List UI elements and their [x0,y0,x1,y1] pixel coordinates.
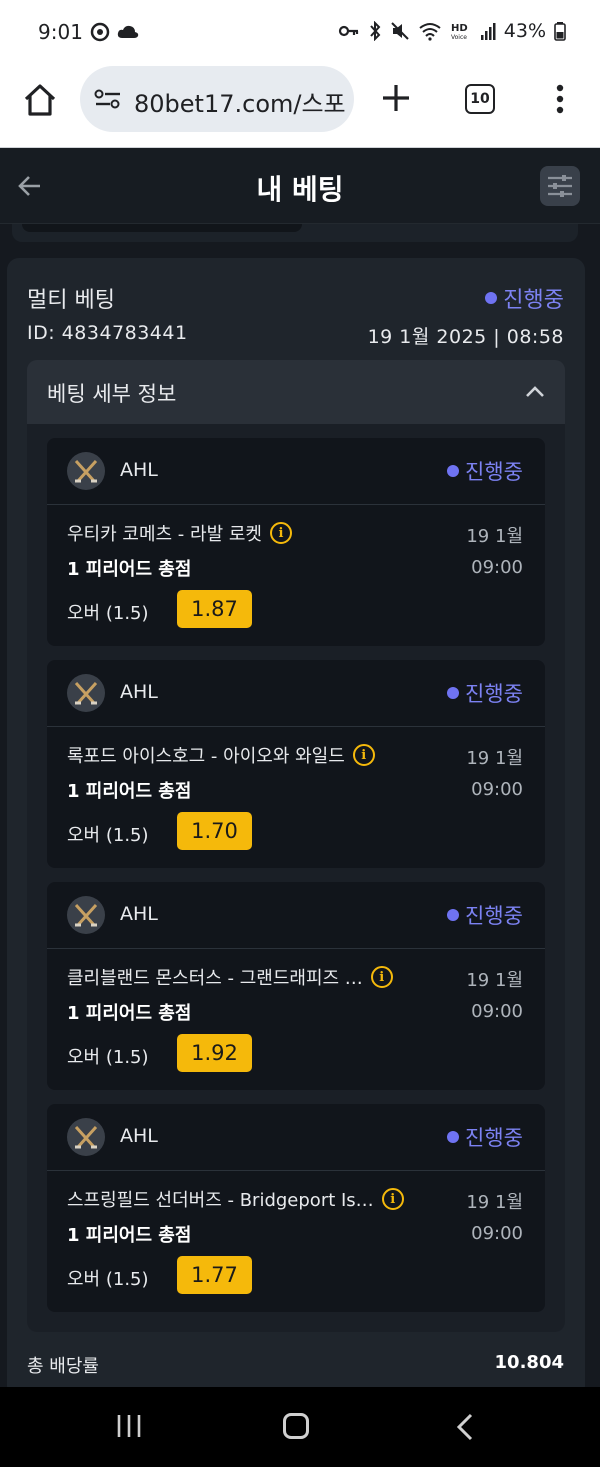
market-name: 1 피리어드 총점 [67,1003,192,1024]
status-dot-icon [447,687,460,699]
match-name: 록포드 아이스호그 - 아이오와 와일드 i [67,742,417,768]
home-icon[interactable] [22,82,58,118]
status-dot-icon [485,292,498,304]
hockey-sticks-icon [67,674,105,712]
league-name: AHL [120,459,158,481]
selections-list: AHL 진행중 우티카 코메츠 - 라발 로켓 i 19 1월 1 피리어드 총… [27,424,565,1332]
total-odds-label: 총 배당률 [27,1356,99,1377]
browser-toolbar: 80bet17.com/스포 10 [0,64,600,148]
bet-details-panel: 베팅 세부 정보 AHL 진행중 우티카 코메츠 - 라발 로켓 i 19 1월 [27,360,565,1332]
pick-label: 오버 (1.5) [67,825,149,846]
svg-text:HD: HD [451,23,468,34]
wifi-icon [419,23,441,41]
bet-status: 진행중 [485,282,564,314]
info-icon[interactable]: i [370,966,393,988]
cloud-icon [117,25,139,38]
odds-badge: 1.92 [177,1034,252,1072]
site-settings-icon[interactable] [94,87,122,111]
selection-card: AHL 진행중 클리블랜드 몬스터스 - 그랜드래피즈 … i 19 1월 1 … [47,882,545,1090]
sliders-icon [548,175,572,197]
status-dot-icon [447,909,460,921]
league-name: AHL [120,681,158,703]
match-date: 19 1월 [466,748,523,769]
vpn-key-icon [338,25,358,37]
chevron-up-icon[interactable] [523,380,547,404]
selection-status: 진행중 [447,900,523,930]
app-header: 내 베팅 [0,148,600,224]
hockey-sticks-icon [67,452,105,490]
new-tab-icon[interactable] [380,82,412,114]
match-time: 09:00 [471,1001,523,1022]
pick-label: 오버 (1.5) [67,1047,149,1068]
bet-details-title: 베팅 세부 정보 [47,382,177,406]
recent-apps-icon[interactable] [116,1413,142,1439]
bet-id: ID: 4834783441 [27,322,188,344]
bet-status-label: 진행중 [503,288,564,313]
match-time: 09:00 [471,779,523,800]
match-date: 19 1월 [466,1192,523,1213]
match-name: 클리블랜드 몬스터스 - 그랜드래피즈 … i [67,964,417,990]
tab-switcher-button[interactable]: 10 [465,84,495,114]
match-name: 우티카 코메츠 - 라발 로켓 i [67,520,417,546]
mute-icon [391,22,409,40]
league-name: AHL [120,903,158,925]
bet-type: 멀티 베팅 [27,288,115,313]
hockey-sticks-icon [67,896,105,934]
selection-status: 진행중 [447,456,523,486]
total-odds-value: 10.804 [494,1352,564,1373]
bet-card: 멀티 베팅 진행중 ID: 4834783441 19 1월 2025 | 08… [7,258,585,1398]
market-name: 1 피리어드 총점 [67,1225,192,1246]
nav-home-icon[interactable] [283,1413,309,1439]
bluetooth-icon [370,21,381,41]
selection-status: 진행중 [447,1122,523,1152]
signal-icon [480,23,496,40]
selection-card: AHL 진행중 우티카 코메츠 - 라발 로켓 i 19 1월 1 피리어드 총… [47,438,545,646]
pick-label: 오버 (1.5) [67,1269,149,1290]
match-date: 19 1월 [466,970,523,991]
svg-text:Voice: Voice [451,34,467,41]
info-icon[interactable]: i [381,1188,404,1210]
status-dot-icon [447,465,460,477]
battery-percent: 43% [503,20,546,42]
vpn-status-icon [90,22,110,42]
market-name: 1 피리어드 총점 [67,781,192,802]
hd-voice-icon: HDVoice [451,23,468,41]
system-nav-bar [0,1387,600,1467]
nav-back-icon[interactable] [455,1413,475,1441]
page-title: 내 베팅 [256,173,344,206]
pick-label: 오버 (1.5) [67,603,149,624]
more-menu-icon[interactable] [555,84,565,114]
match-date: 19 1월 [466,526,523,547]
previous-bet-card [12,224,578,242]
status-dot-icon [447,1131,460,1143]
status-time: 9:01 [38,20,83,44]
league-name: AHL [120,1125,158,1147]
selection-card: AHL 진행중 록포드 아이스호그 - 아이오와 와일드 i 19 1월 1 피… [47,660,545,868]
match-time: 09:00 [471,557,523,578]
info-icon[interactable]: i [352,744,375,766]
bet-date: 19 1월 2025 | 08:58 [367,326,564,348]
odds-badge: 1.70 [177,812,252,850]
match-name: 스프링필드 선더버즈 - Bridgeport Is… i [67,1186,417,1212]
status-bar: 9:01 HD Voice 43% [0,0,600,64]
battery-icon [554,22,566,41]
address-bar[interactable]: 80bet17.com/스포 [80,66,354,132]
info-icon[interactable]: i [269,522,292,544]
filter-button[interactable] [540,166,580,206]
bet-details-header[interactable]: 베팅 세부 정보 [27,360,565,424]
hockey-sticks-icon [67,1118,105,1156]
odds-badge: 1.77 [177,1256,252,1294]
selection-status: 진행중 [447,678,523,708]
url-text[interactable]: 80bet17.com/스포 [134,84,346,119]
selection-card: AHL 진행중 스프링필드 선더버즈 - Bridgeport Is… i 19… [47,1104,545,1312]
odds-badge: 1.87 [177,590,252,628]
match-time: 09:00 [471,1223,523,1244]
market-name: 1 피리어드 총점 [67,559,192,580]
